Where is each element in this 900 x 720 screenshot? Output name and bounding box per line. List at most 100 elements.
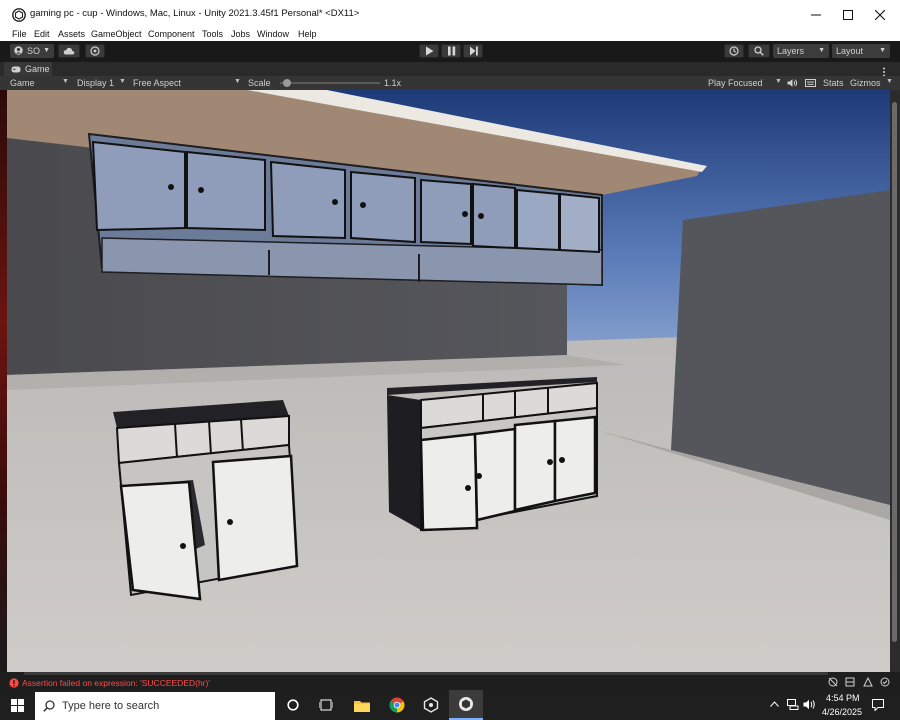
- scale-value: 1.1x: [384, 78, 402, 88]
- error-icon: [9, 678, 19, 688]
- cortana-button[interactable]: [280, 690, 306, 720]
- debug-icon[interactable]: [828, 677, 838, 687]
- search-icon: [43, 700, 55, 712]
- chrome-button[interactable]: [382, 690, 412, 720]
- cache-icon[interactable]: [845, 677, 855, 687]
- menu-gameobject[interactable]: GameObject: [91, 28, 142, 40]
- history-button[interactable]: [724, 44, 744, 58]
- layout-label: Layout: [836, 46, 864, 56]
- console-message: Assertion failed on expression: 'SUCCEED…: [22, 678, 210, 688]
- collab-status-icon[interactable]: [880, 677, 890, 687]
- account-dropdown[interactable]: SO ▼: [10, 44, 54, 58]
- gamepad-icon: [11, 66, 21, 73]
- progress-icon[interactable]: [863, 677, 873, 687]
- speaker-icon: [787, 79, 798, 87]
- chevron-down-icon: ▼: [886, 78, 893, 85]
- gizmos-label: Gizmos: [850, 78, 881, 88]
- unity-editor-icon: [459, 697, 473, 711]
- layout-dropdown[interactable]: Layout ▼: [832, 44, 890, 58]
- play-icon: [426, 46, 434, 56]
- network-icon[interactable]: [787, 699, 799, 710]
- scale-slider[interactable]: [280, 79, 380, 87]
- search-button[interactable]: [748, 44, 770, 58]
- notifications-icon[interactable]: [872, 699, 884, 711]
- chevron-down-icon: ▼: [119, 78, 126, 85]
- chevron-down-icon: ▼: [879, 47, 886, 54]
- tab-menu-button[interactable]: [882, 64, 890, 77]
- file-explorer-button[interactable]: [347, 690, 377, 720]
- menu-file[interactable]: File: [12, 28, 27, 40]
- clock-date[interactable]: 4/26/2025: [822, 707, 862, 717]
- pause-button[interactable]: [441, 44, 461, 58]
- task-view-icon: [319, 699, 333, 711]
- game-viewport[interactable]: [7, 90, 890, 672]
- play-button[interactable]: [419, 44, 439, 58]
- console-status-bar[interactable]: Assertion failed on expression: 'SUCCEED…: [0, 672, 900, 690]
- step-button[interactable]: [463, 44, 483, 58]
- start-button[interactable]: [0, 690, 34, 720]
- maximize-icon: [843, 10, 853, 20]
- volume-icon[interactable]: [803, 699, 816, 710]
- search-placeholder: Type here to search: [62, 700, 160, 712]
- layers-label: Layers: [777, 46, 805, 56]
- menu-help[interactable]: Help: [298, 28, 317, 40]
- minimize-icon: [811, 14, 821, 16]
- account-icon: [14, 46, 23, 55]
- menu-component[interactable]: Component: [148, 28, 195, 40]
- scrollbar-thumb[interactable]: [892, 102, 897, 642]
- close-icon: [875, 10, 885, 20]
- play-mode-dropdown[interactable]: Play Focused ▼: [705, 76, 785, 90]
- pause-icon: [448, 46, 456, 56]
- cortana-icon: [287, 699, 299, 711]
- show-hidden-icons-icon[interactable]: [770, 701, 779, 707]
- window-title: gaming pc - cup - Windows, Mac, Linux - …: [30, 8, 360, 19]
- main-toolbar: SO ▼ Layers ▼ Layout ▼: [0, 41, 900, 62]
- clock-time[interactable]: 4:54 PM: [826, 693, 860, 703]
- menu-tools[interactable]: Tools: [202, 28, 223, 40]
- desktop-background-edge: [0, 90, 7, 672]
- aspect-dropdown[interactable]: Free Aspect ▼: [130, 76, 244, 90]
- chevron-down-icon: ▼: [234, 78, 241, 85]
- maximize-button[interactable]: [832, 0, 864, 30]
- layers-dropdown[interactable]: Layers ▼: [773, 44, 829, 58]
- gizmos-dropdown[interactable]: Gizmos ▼: [848, 76, 896, 90]
- title-bar: gaming pc - cup - Windows, Mac, Linux - …: [0, 0, 900, 31]
- scale-label: Scale: [248, 78, 271, 88]
- minimize-button[interactable]: [800, 0, 832, 30]
- unity-hub-icon: [423, 697, 439, 713]
- lower-cabinet-left: [113, 400, 299, 601]
- display-label: Display 1: [77, 78, 115, 88]
- cloud-button[interactable]: [58, 44, 80, 58]
- chevron-down-icon: ▼: [818, 47, 825, 54]
- game-view-toolbar: Game ▼ Display 1 ▼ Free Aspect ▼ Scale 1…: [0, 76, 900, 91]
- chrome-icon: [389, 697, 405, 713]
- collab-button[interactable]: [85, 44, 105, 58]
- game-tab-bar: Game: [0, 62, 900, 77]
- tab-game[interactable]: Game: [4, 62, 52, 76]
- unity-hub-button[interactable]: [416, 690, 446, 720]
- right-wall: [671, 190, 890, 505]
- mute-audio-button[interactable]: [786, 77, 800, 89]
- menu-jobs[interactable]: Jobs: [231, 28, 250, 40]
- game-mode-dropdown[interactable]: Game ▼: [6, 76, 70, 90]
- unity-editor-button[interactable]: [449, 690, 483, 720]
- scale-slider-thumb[interactable]: [283, 79, 291, 87]
- progress-strip: [24, 672, 828, 675]
- display-dropdown[interactable]: Display 1 ▼: [72, 76, 128, 90]
- game-mode-label: Game: [10, 78, 35, 88]
- menu-window[interactable]: Window: [257, 28, 289, 40]
- viewport-scrollbar[interactable]: [890, 90, 900, 672]
- task-view-button[interactable]: [313, 690, 339, 720]
- menu-assets[interactable]: Assets: [58, 28, 85, 40]
- keyboard-shortcuts-button[interactable]: [804, 77, 818, 89]
- close-button[interactable]: [864, 0, 896, 30]
- windows-logo-icon: [11, 699, 24, 712]
- folder-icon: [354, 701, 370, 712]
- taskbar-search-box[interactable]: Type here to search: [35, 692, 275, 720]
- step-icon: [470, 46, 478, 56]
- unity-logo-icon: [12, 8, 26, 22]
- account-label: SO: [27, 46, 41, 56]
- chevron-down-icon: ▼: [62, 78, 69, 85]
- stats-toggle[interactable]: Stats: [823, 77, 844, 89]
- menu-edit[interactable]: Edit: [34, 28, 50, 40]
